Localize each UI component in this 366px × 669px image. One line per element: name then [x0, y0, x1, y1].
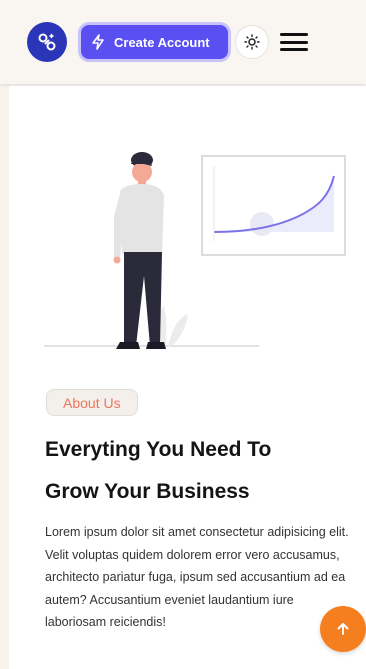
hamburger-icon-line — [280, 33, 308, 36]
link-nodes-icon — [38, 33, 56, 51]
logo[interactable] — [27, 22, 67, 62]
site-header: Create Account — [0, 0, 366, 84]
scroll-to-top-button[interactable] — [320, 606, 366, 652]
hamburger-icon-line — [280, 40, 308, 44]
hamburger-menu-button[interactable] — [280, 30, 308, 54]
hamburger-icon-line — [280, 48, 308, 51]
theme-toggle-button[interactable] — [235, 25, 269, 59]
about-section: About Us Everyting You Need To Grow Your… — [9, 86, 366, 669]
growth-illustration — [44, 152, 346, 349]
heading-line-1: Everyting You Need To — [45, 438, 272, 461]
heading-line-2: Grow Your Business — [45, 480, 250, 503]
section-description: Lorem ipsum dolor sit amet consectetur a… — [45, 525, 349, 629]
sun-icon — [244, 34, 260, 50]
section-heading: Everyting You Need To Grow Your Business — [45, 429, 345, 513]
arrow-up-icon — [337, 623, 349, 635]
create-account-label: Create Account — [114, 34, 210, 50]
create-account-button[interactable]: Create Account — [81, 25, 228, 59]
about-us-badge: About Us — [46, 389, 138, 416]
lightning-icon — [91, 34, 105, 50]
